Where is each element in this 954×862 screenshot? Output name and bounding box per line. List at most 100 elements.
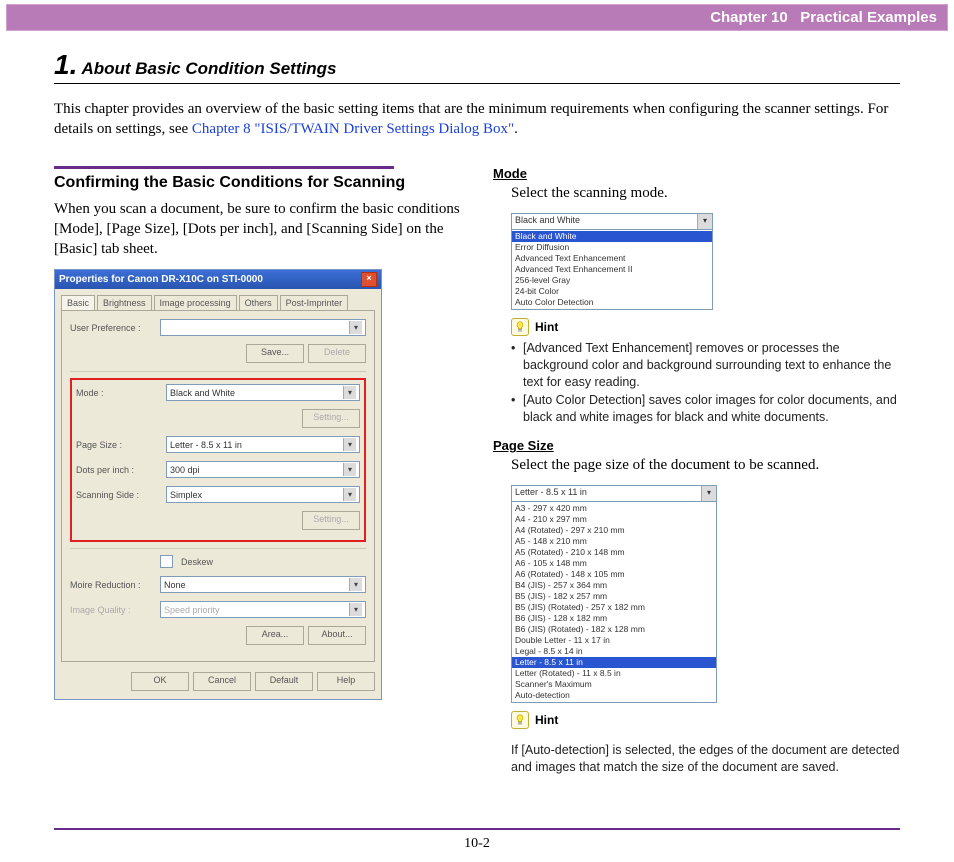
mode-hint-bullets: [Advanced Text Enhancement] removes or p…	[511, 340, 900, 426]
scanside-setting-button[interactable]: Setting...	[302, 511, 360, 530]
pagesize-dropdown: Letter - 8.5 x 11 in ▾ A3 - 297 x 420 mm…	[511, 485, 717, 703]
list-item[interactable]: B4 (JIS) - 257 x 364 mm	[512, 580, 716, 591]
moire-combo[interactable]: None ▾	[160, 576, 366, 593]
tab-basic[interactable]: Basic	[61, 295, 95, 310]
list-item[interactable]: Legal - 8.5 x 14 in	[512, 646, 716, 657]
pagesize-label: Page Size :	[76, 440, 162, 450]
hint-icon	[511, 711, 529, 729]
userpref-combo[interactable]: ▾	[160, 319, 366, 336]
list-item[interactable]: Scanner's Maximum	[512, 679, 716, 690]
chevron-down-icon: ▾	[343, 488, 356, 501]
tab-brightness[interactable]: Brightness	[97, 295, 152, 310]
list-item[interactable]: B6 (JIS) - 128 x 182 mm	[512, 613, 716, 624]
left-column: Confirming the Basic Conditions for Scan…	[54, 166, 461, 789]
chevron-down-icon: ▾	[349, 578, 362, 591]
mode-selected: Black and White	[512, 214, 697, 229]
crossref-link[interactable]: Chapter 8 "ISIS/TWAIN Driver Settings Di…	[192, 121, 514, 137]
delete-button[interactable]: Delete	[308, 344, 366, 363]
deskew-checkbox[interactable]	[160, 555, 173, 568]
confirming-body: When you scan a document, be sure to con…	[54, 199, 461, 260]
hint-label: Hint	[535, 713, 558, 727]
chevron-down-icon[interactable]: ▾	[697, 214, 712, 229]
section-heading: 1. About Basic Condition Settings	[54, 49, 900, 84]
right-column: Mode Select the scanning mode. Black and…	[493, 166, 900, 789]
dialog-tabs: Basic Brightness Image processing Others…	[55, 289, 381, 310]
list-item[interactable]: Advanced Text Enhancement II	[512, 264, 712, 275]
list-item[interactable]: Letter (Rotated) - 11 x 8.5 in	[512, 668, 716, 679]
hint-label: Hint	[535, 320, 558, 334]
mode-heading: Mode	[493, 166, 900, 181]
quality-combo: Speed priority ▾	[160, 601, 366, 618]
list-item[interactable]: A5 - 148 x 210 mm	[512, 536, 716, 547]
chevron-down-icon[interactable]: ▾	[701, 486, 716, 501]
mode-setting-button[interactable]: Setting...	[302, 409, 360, 428]
mode-text: Select the scanning mode.	[511, 183, 900, 203]
deskew-label: Deskew	[181, 557, 213, 567]
pagesize-heading: Page Size	[493, 438, 900, 453]
help-button[interactable]: Help	[317, 672, 375, 691]
page-number: 10-2	[0, 836, 954, 862]
list-item[interactable]: A6 - 105 x 148 mm	[512, 558, 716, 569]
chapter-number: Chapter 10	[710, 9, 788, 26]
highlighted-settings: Mode : Black and White ▾ Setting... Pa	[70, 378, 366, 542]
list-item[interactable]: 24-bit Color	[512, 286, 712, 297]
quality-label: Image Quality :	[70, 605, 156, 615]
footer-rule	[54, 828, 900, 830]
list-item[interactable]: A6 (Rotated) - 148 x 105 mm	[512, 569, 716, 580]
list-item[interactable]: Auto Color Detection	[512, 297, 712, 308]
list-item[interactable]: Black and White	[512, 231, 712, 242]
dpi-label: Dots per inch :	[76, 465, 162, 475]
about-button[interactable]: About...	[308, 626, 366, 645]
tab-post-imprinter[interactable]: Post-Imprinter	[280, 295, 349, 310]
chevron-down-icon: ▾	[343, 438, 356, 451]
section-title: About Basic Condition Settings	[81, 59, 336, 78]
mode-dropdown: Black and White ▾ Black and WhiteError D…	[511, 213, 713, 310]
chevron-down-icon: ▾	[343, 463, 356, 476]
hint-item: [Advanced Text Enhancement] removes or p…	[511, 340, 900, 391]
list-item[interactable]: Error Diffusion	[512, 242, 712, 253]
chapter-title: Practical Examples	[800, 9, 937, 26]
pagesize-combo[interactable]: Letter - 8.5 x 11 in ▾	[166, 436, 360, 453]
moire-label: Moire Reduction :	[70, 580, 156, 590]
list-item[interactable]: B6 (JIS) (Rotated) - 182 x 128 mm	[512, 624, 716, 635]
default-button[interactable]: Default	[255, 672, 313, 691]
list-item[interactable]: B5 (JIS) - 182 x 257 mm	[512, 591, 716, 602]
list-item[interactable]: A4 - 210 x 297 mm	[512, 514, 716, 525]
list-item[interactable]: A4 (Rotated) - 297 x 210 mm	[512, 525, 716, 536]
pagesize-hint-text: If [Auto-detection] is selected, the edg…	[511, 742, 900, 776]
list-item[interactable]: 256-level Gray	[512, 275, 712, 286]
pagesize-text: Select the page size of the document to …	[511, 455, 900, 475]
list-item[interactable]: A5 (Rotated) - 210 x 148 mm	[512, 547, 716, 558]
properties-dialog: Properties for Canon DR-X10C on STI-0000…	[54, 269, 382, 700]
list-item[interactable]: B5 (JIS) (Rotated) - 257 x 182 mm	[512, 602, 716, 613]
list-item[interactable]: Auto-detection	[512, 690, 716, 701]
hint-icon	[511, 318, 529, 336]
scanside-combo[interactable]: Simplex ▾	[166, 486, 360, 503]
intro-paragraph: This chapter provides an overview of the…	[54, 99, 900, 140]
list-item[interactable]: Advanced Text Enhancement	[512, 253, 712, 264]
mode-combo[interactable]: Black and White ▾	[166, 384, 360, 401]
list-item[interactable]: Letter - 8.5 x 11 in	[512, 657, 716, 668]
cancel-button[interactable]: Cancel	[193, 672, 251, 691]
chevron-down-icon: ▾	[349, 321, 362, 334]
tab-image-processing[interactable]: Image processing	[154, 295, 237, 310]
heading-rule	[54, 166, 394, 169]
save-button[interactable]: Save...	[246, 344, 304, 363]
dpi-combo[interactable]: 300 dpi ▾	[166, 461, 360, 478]
chevron-down-icon: ▾	[343, 386, 356, 399]
list-item[interactable]: Double Letter - 11 x 17 in	[512, 635, 716, 646]
list-item[interactable]: A3 - 297 x 420 mm	[512, 503, 716, 514]
section-number: 1.	[54, 49, 77, 80]
tab-others[interactable]: Others	[239, 295, 278, 310]
ok-button[interactable]: OK	[131, 672, 189, 691]
userpref-label: User Preference :	[70, 323, 156, 333]
chevron-down-icon: ▾	[349, 603, 362, 616]
close-icon[interactable]: ×	[361, 272, 377, 287]
hint-item: [Auto Color Detection] saves color image…	[511, 392, 900, 426]
mode-label: Mode :	[76, 388, 162, 398]
confirming-heading: Confirming the Basic Conditions for Scan…	[54, 173, 461, 193]
chapter-header: Chapter 10 Practical Examples	[6, 4, 948, 31]
area-button[interactable]: Area...	[246, 626, 304, 645]
pagesize-selected: Letter - 8.5 x 11 in	[512, 486, 701, 501]
dialog-title: Properties for Canon DR-X10C on STI-0000	[59, 274, 263, 285]
